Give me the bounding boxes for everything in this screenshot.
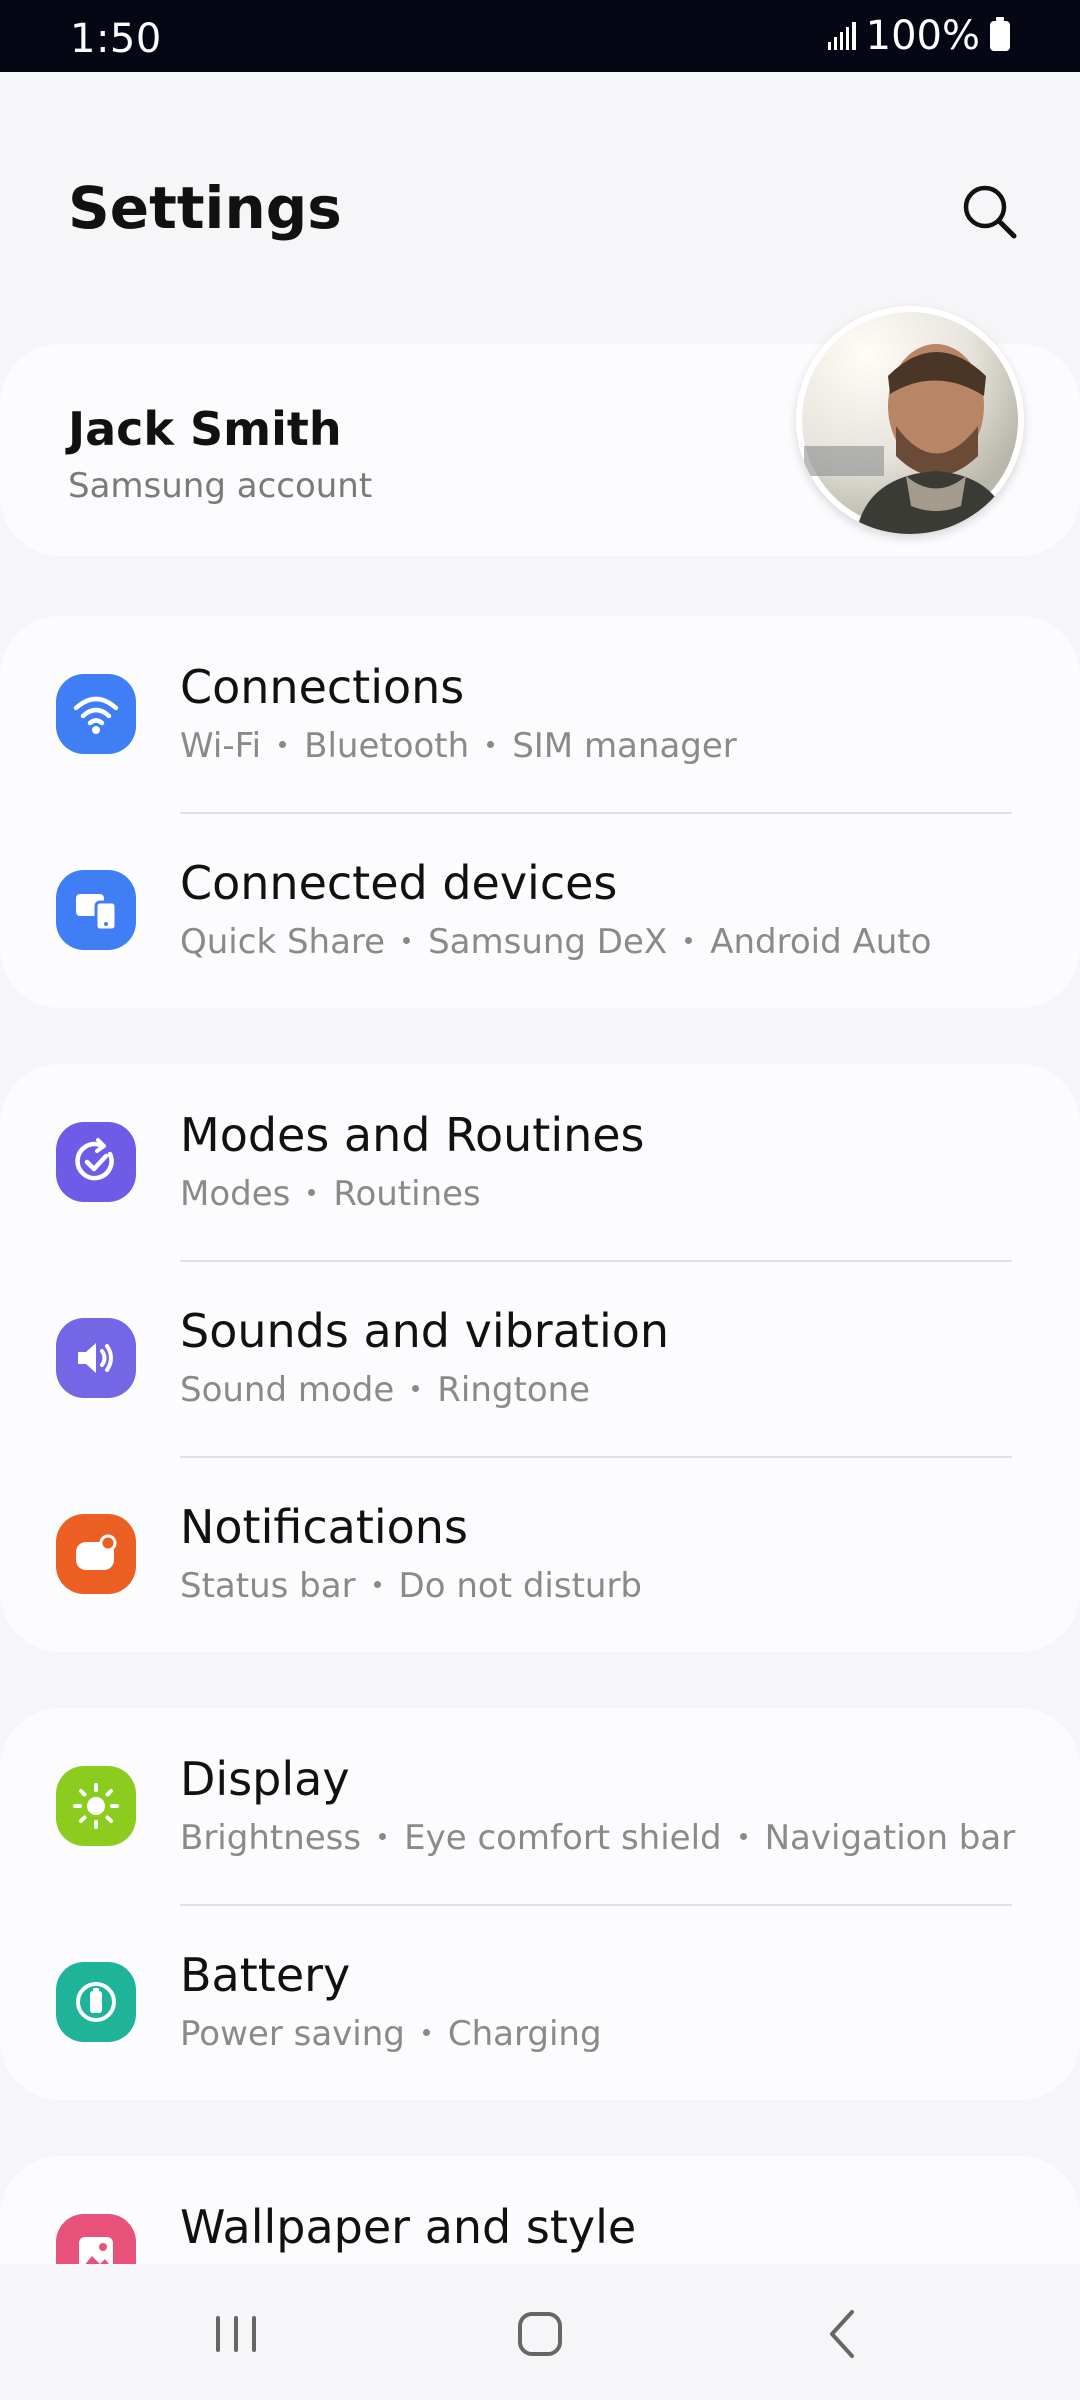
search-button[interactable] [958,180,1022,244]
settings-item-title: Modes and Routines [180,1108,645,1162]
settings-item-subtitle: Wi-Fi Bluetooth SIM manager [180,726,737,766]
account-name: Jack Smith [68,402,342,456]
settings-item-display[interactable]: Display Brightness Eye comfort shield Navi… [0,1708,1080,1904]
recents-icon [216,2316,256,2352]
back-icon [830,2310,854,2358]
battery-percent: 100% [865,13,980,59]
settings-item-title: Connections [180,660,465,714]
sun-icon [56,1766,136,1846]
settings-item-subtitle: Status bar Do not disturb [180,1566,643,1606]
home-button[interactable] [500,2294,580,2374]
speaker-icon [56,1318,136,1398]
settings-item-title: Wallpaper and style [180,2200,637,2254]
settings-item-notifications[interactable]: Notifications Status bar Do not disturb [0,1456,1080,1652]
settings-item-subtitle: Quick Share Samsung DeX Android Auto [180,922,932,962]
search-icon [963,185,1017,239]
settings-item-title: Connected devices [180,856,618,910]
settings-item-connections[interactable]: Connections Wi-Fi Bluetooth SIM manager [0,616,1080,812]
wallpaper-icon [56,2214,136,2264]
settings-item-connected-devices[interactable]: Connected devices Quick Share Samsung DeX… [0,812,1080,1008]
settings-item-title: Display [180,1752,350,1806]
settings-item-wallpaper-and-style[interactable]: Wallpaper and style [0,2156,1080,2264]
page-title: Settings [68,174,342,242]
account-subtitle: Samsung account [68,466,373,506]
settings-item-battery[interactable]: Battery Power saving Charging [0,1904,1080,2100]
battery-status-icon [990,17,1010,51]
settings-item-title: Battery [180,1948,351,2002]
devices-icon [56,870,136,950]
settings-item-modes-and-routines[interactable]: Modes and Routines Modes Routines [0,1064,1080,1260]
notification-icon [56,1514,136,1594]
settings-item-subtitle: Power saving Charging [180,2014,602,2054]
settings-item-sounds-and-vibration[interactable]: Sounds and vibration Sound mode Ringtone [0,1260,1080,1456]
wifi-icon [56,674,136,754]
avatar[interactable] [796,306,1024,534]
back-button[interactable] [804,2294,884,2374]
status-time: 1:50 [70,16,162,62]
settings-item-title: Notifications [180,1500,468,1554]
avatar-photo [802,312,1018,534]
settings-item-subtitle: Modes Routines [180,1174,481,1214]
status-bar: 1:50 100% [0,0,1080,72]
status-right: 100% [827,13,1010,59]
signal-icon [827,22,856,50]
routine-check-icon [56,1122,136,1202]
battery-icon [56,1962,136,2042]
settings-item-title: Sounds and vibration [180,1304,670,1358]
settings-item-subtitle: Brightness Eye comfort shield Navigation b… [180,1818,1016,1858]
settings-item-subtitle: Sound mode Ringtone [180,1370,591,1410]
recents-button[interactable] [196,2294,276,2374]
home-icon [518,2312,562,2356]
navigation-bar [0,2264,1080,2400]
